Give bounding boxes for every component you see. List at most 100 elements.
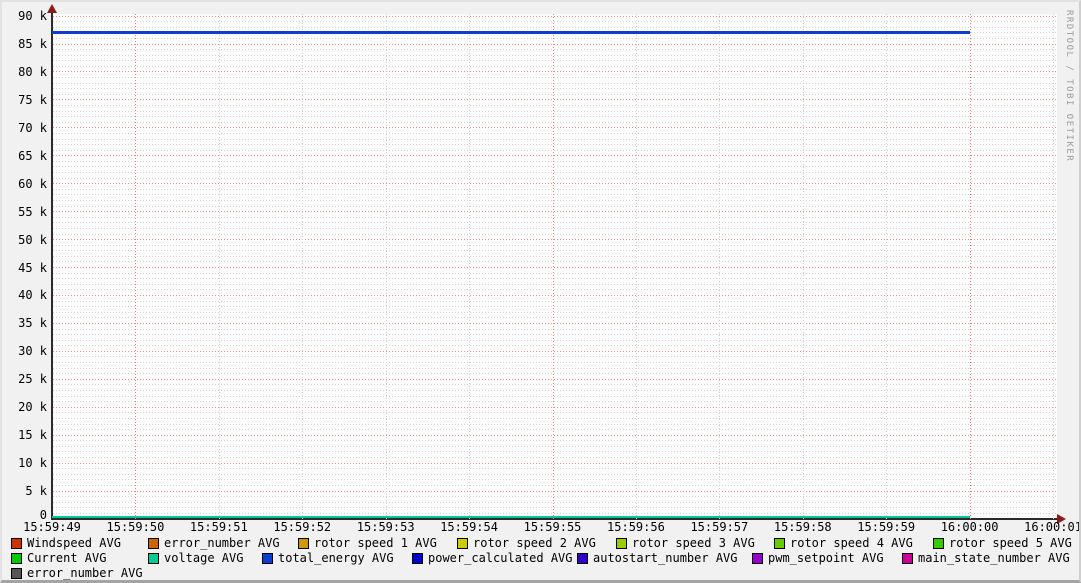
gridline-h-minor: [53, 149, 1057, 151]
gridline-h-minor: [53, 199, 1057, 201]
gridline-h-minor: [53, 255, 1057, 257]
gridline-h-minor: [53, 205, 1057, 207]
gridline-h-minor: [53, 166, 1057, 168]
gridline-h-minor: [53, 367, 1057, 369]
gridline-h-minor: [53, 512, 1057, 514]
y-tick-label: 55 k: [18, 204, 47, 219]
gridline-h-minor: [53, 121, 1057, 123]
legend-item-voltage-avg: voltage AVG: [148, 552, 243, 565]
legend-item-windspeed-avg: Windspeed AVG: [11, 537, 121, 550]
legend-label: voltage AVG: [164, 551, 244, 565]
gridline-h-major: [53, 267, 1057, 269]
y-axis-line: [51, 10, 53, 520]
y-tick-label: 10 k: [18, 456, 47, 471]
gridline-h-minor: [53, 37, 1057, 39]
gridline-h-minor: [53, 445, 1057, 447]
gridline-h-minor: [53, 457, 1057, 459]
gridline-h-minor: [53, 65, 1057, 67]
legend-item-rotor-speed-2-avg: rotor speed 2 AVG: [457, 537, 596, 550]
gridline-v-major: [135, 14, 137, 519]
gridline-h-minor: [53, 362, 1057, 364]
gridline-h-minor: [53, 26, 1057, 28]
legend-label: main_state_number AVG: [918, 551, 1070, 565]
legend-item-rotor-speed-3-avg: rotor speed 3 AVG: [616, 537, 755, 550]
gridline-h-minor: [53, 278, 1057, 280]
gridline-v-minor: [1053, 14, 1055, 519]
gridline-h-minor: [53, 110, 1057, 112]
gridline-h-minor: [53, 473, 1057, 475]
legend-label: rotor speed 3 AVG: [632, 536, 755, 550]
x-tick-label: 15:59:57: [690, 520, 749, 534]
legend-swatch-rotor-speed-4-avg: [774, 538, 785, 549]
gridline-v-minor: [719, 14, 721, 519]
gridline-h-minor: [53, 222, 1057, 224]
legend-swatch-total-energy-avg: [262, 553, 273, 564]
legend-swatch-main-state-number-avg: [902, 553, 913, 564]
gridline-h-minor: [53, 194, 1057, 196]
gridline-v-minor: [469, 14, 471, 519]
y-axis-arrow-icon: [47, 4, 57, 13]
gridline-h-major: [53, 211, 1057, 213]
legend-label: rotor speed 4 AVG: [790, 536, 913, 550]
gridline-v-minor: [635, 14, 637, 519]
gridline-h-minor: [53, 356, 1057, 358]
gridline-h-major: [53, 462, 1057, 464]
legend-swatch-voltage-avg: [148, 553, 159, 564]
gridline-h-minor: [53, 507, 1057, 509]
gridline-h-minor: [53, 105, 1057, 106]
legend-label: total_energy AVG: [278, 551, 394, 565]
x-tick-label: 15:59:59: [857, 520, 916, 534]
gridline-v-major: [552, 14, 554, 519]
y-tick-label: 75 k: [18, 92, 47, 107]
gridline-v-minor: [385, 14, 387, 519]
gridline-h-minor: [53, 328, 1057, 330]
legend-item-rotor-speed-4-avg: rotor speed 4 AVG: [774, 537, 913, 550]
gridline-h-minor: [53, 501, 1057, 503]
rrdtool-graph: RRDTOOL / TOBI OETIKER 15:59:49 15:59:50 1…: [2, 2, 1079, 580]
legend-label: rotor speed 5 AVG: [949, 536, 1072, 550]
gridline-h-major: [53, 99, 1057, 101]
gridline-v-minor: [218, 14, 220, 519]
y-tick-label: 65 k: [18, 148, 47, 163]
gridline-h-minor: [53, 289, 1057, 291]
gridline-h-minor: [53, 429, 1057, 431]
gridline-h-minor: [53, 250, 1057, 252]
gridline-h-minor: [53, 306, 1057, 308]
series-line-voltage-avg: [52, 515, 970, 518]
legend-item-error-number-avg: error_number AVG: [11, 567, 143, 580]
legend-item-error-number-avg: error_number AVG: [148, 537, 280, 550]
y-tick-label: 0: [39, 508, 47, 522]
gridline-h-minor: [53, 401, 1057, 403]
legend-label: rotor speed 1 AVG: [314, 536, 437, 550]
gridline-h-minor: [53, 479, 1057, 481]
gridline-v-minor: [802, 14, 804, 519]
gridline-h-minor: [53, 272, 1057, 274]
gridline-h-minor: [53, 172, 1057, 174]
y-tick-label: 80 k: [18, 64, 47, 79]
gridline-h-minor: [53, 188, 1057, 190]
y-tick-label: 90 k: [18, 9, 47, 24]
y-tick-label: 45 k: [18, 260, 47, 275]
legend-label: error_number AVG: [27, 566, 143, 580]
x-tick-label: 15:59:50: [106, 520, 165, 534]
gridline-h-minor: [53, 49, 1057, 51]
legend-label: rotor speed 2 AVG: [473, 536, 596, 550]
gridline-h-minor: [53, 440, 1057, 442]
legend-swatch-rotor-speed-2-avg: [457, 538, 468, 549]
legend-swatch-autostart-number-avg: [577, 553, 588, 564]
legend-item-rotor-speed-5-avg: rotor speed 5 AVG: [933, 537, 1072, 550]
gridline-h-major: [53, 322, 1057, 324]
gridline-h-major: [53, 406, 1057, 408]
legend-label: pwm_setpoint AVG: [768, 551, 884, 565]
gridline-h-minor: [53, 244, 1057, 246]
y-tick-label: 60 k: [18, 176, 47, 191]
series-line-total-energy-avg: [52, 31, 970, 35]
gridline-h-minor: [53, 389, 1057, 391]
legend-swatch-error-number-avg: [148, 538, 159, 549]
legend-swatch-pwm-setpoint-avg: [752, 553, 763, 564]
gridline-h-minor: [53, 317, 1057, 319]
y-tick-label: 30 k: [18, 344, 47, 359]
y-tick-label: 35 k: [18, 316, 47, 331]
gridline-h-major: [53, 378, 1057, 380]
legend-swatch-rotor-speed-3-avg: [616, 538, 627, 549]
